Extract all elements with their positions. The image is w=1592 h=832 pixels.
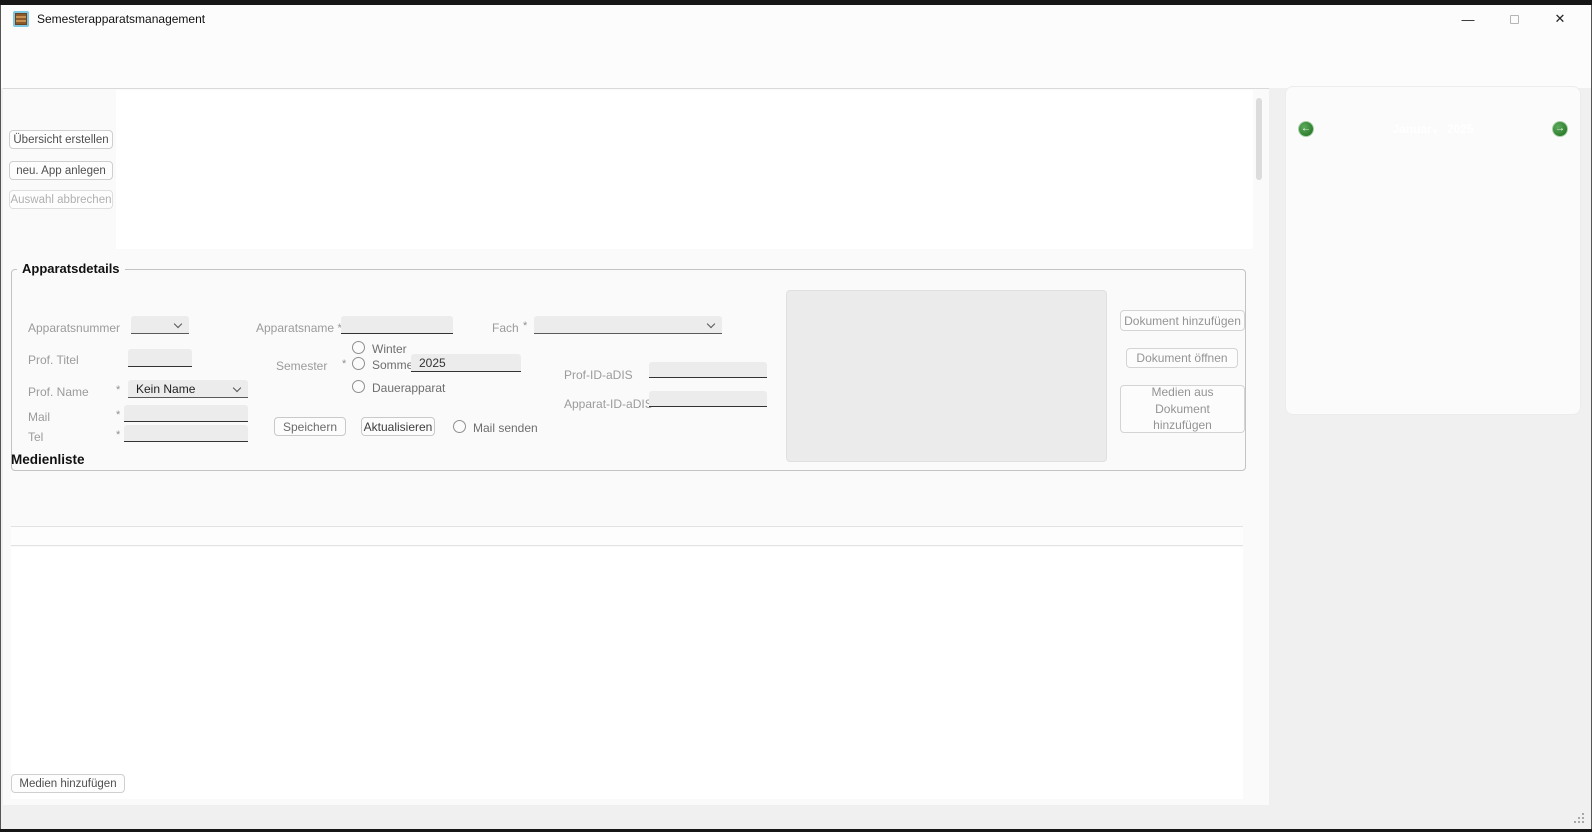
month-dropdown-icon: ▾ <box>1433 127 1437 136</box>
medienliste-title: Medienliste <box>11 452 85 467</box>
table-scrollbar[interactable] <box>1255 90 1263 248</box>
mail-required-marker: * <box>116 409 120 421</box>
aktualisieren-button[interactable]: Aktualisieren <box>361 417 435 436</box>
dokument-table-header <box>787 291 1106 311</box>
semester-label: Semester <box>276 359 327 373</box>
apparatsnummer-combobox[interactable] <box>131 316 189 334</box>
apparatsname-input[interactable] <box>341 316 453 334</box>
apparatsname-label: Apparatsname * <box>256 321 342 335</box>
fach-required-marker: * <box>523 320 527 332</box>
sommer-radio[interactable] <box>352 357 365 370</box>
speichern-button[interactable]: Speichern <box>274 417 346 436</box>
title-bar: Semesterapparatsmanagement — ✕ <box>1 5 1591 33</box>
prof-titel-label: Prof. Titel <box>28 353 79 367</box>
minimize-button[interactable]: — <box>1445 5 1491 33</box>
prof-id-adis-label: Prof-ID-aDIS <box>564 368 633 382</box>
prof-titel-input[interactable] <box>128 349 192 367</box>
prof-name-required-marker: * <box>116 384 120 396</box>
medien-aus-dokument-button[interactable]: Medien aus Dokument hinzufügen <box>1120 385 1245 433</box>
chevron-down-icon <box>707 320 715 328</box>
tab-page-anlegen: Übersicht erstellen neu. App anlegen Aus… <box>3 88 1269 805</box>
maximize-icon <box>1510 15 1519 24</box>
winter-radio[interactable] <box>352 341 365 354</box>
fach-label: Fach <box>492 321 519 335</box>
apparate-table <box>116 90 1253 249</box>
calendar-header: ← Januar▾ 2025 → <box>1293 118 1573 140</box>
medienliste-body <box>11 547 1243 799</box>
apparat-id-adis-label: Apparat-ID-aDIS <box>564 397 653 411</box>
groupbox-title: Apparatsdetails <box>17 261 125 276</box>
dokument-oeffnen-button[interactable]: Dokument öffnen <box>1126 348 1238 368</box>
next-month-button[interactable]: → <box>1552 121 1568 137</box>
calendar-panel: ← Januar▾ 2025 → <box>1285 86 1581 415</box>
scrollbar-thumb[interactable] <box>1256 98 1262 180</box>
fach-combobox[interactable] <box>534 316 722 334</box>
neu-app-anlegen-button[interactable]: neu. App anlegen <box>9 161 113 180</box>
tel-input[interactable] <box>124 425 248 442</box>
chevron-down-icon <box>233 384 241 392</box>
mail-senden-label: Mail senden <box>473 421 538 435</box>
app-icon <box>13 11 29 27</box>
prof-name-value: Kein Name <box>136 382 195 396</box>
uebersicht-erstellen-button[interactable]: Übersicht erstellen <box>9 130 113 149</box>
prev-month-button[interactable]: ← <box>1298 121 1314 137</box>
dauerapparat-radio[interactable] <box>352 380 365 393</box>
prof-id-adis-input[interactable] <box>649 362 767 378</box>
mail-senden-checkbox[interactable] <box>453 420 466 433</box>
calendar-month: Januar <box>1392 122 1431 136</box>
dokument-hinzufuegen-button[interactable]: Dokument hinzufügen <box>1120 310 1245 331</box>
dauerapparat-label: Dauerapparat <box>372 381 445 395</box>
window-controls: — ✕ <box>1445 5 1583 33</box>
auswahl-abbrechen-button: Auswahl abbrechen <box>9 190 113 209</box>
calendar-year: 2025 <box>1447 122 1474 136</box>
mail-label: Mail <box>28 410 50 424</box>
resize-grip[interactable] <box>1573 812 1585 824</box>
medien-hinzufuegen-button[interactable]: Medien hinzufügen <box>11 774 125 793</box>
window-title: Semesterapparatsmanagement <box>37 12 205 26</box>
close-button[interactable]: ✕ <box>1537 5 1583 33</box>
semester-required-marker: * <box>342 358 346 370</box>
app-window: Semesterapparatsmanagement — ✕ Übersicht… <box>0 5 1592 829</box>
tel-required-marker: * <box>116 429 120 441</box>
mail-input[interactable] <box>124 405 248 422</box>
maximize-button[interactable] <box>1491 5 1537 33</box>
chevron-down-icon <box>174 320 182 328</box>
apparat-id-adis-input[interactable] <box>649 391 767 407</box>
prof-name-label: Prof. Name <box>28 385 89 399</box>
apparatsnummer-label: Apparatsnummer <box>28 321 120 335</box>
dokument-table <box>786 290 1107 462</box>
apparatsdetails-groupbox: Apparatsdetails Apparatsnummer Apparatsn… <box>11 269 1246 471</box>
crate-icon <box>15 13 27 25</box>
medienliste-header <box>11 526 1243 546</box>
prof-name-combobox[interactable]: Kein Name <box>128 380 248 398</box>
tel-label: Tel <box>28 430 43 444</box>
winter-label: Winter <box>372 342 407 356</box>
semester-year-input[interactable]: 2025 <box>411 354 521 372</box>
